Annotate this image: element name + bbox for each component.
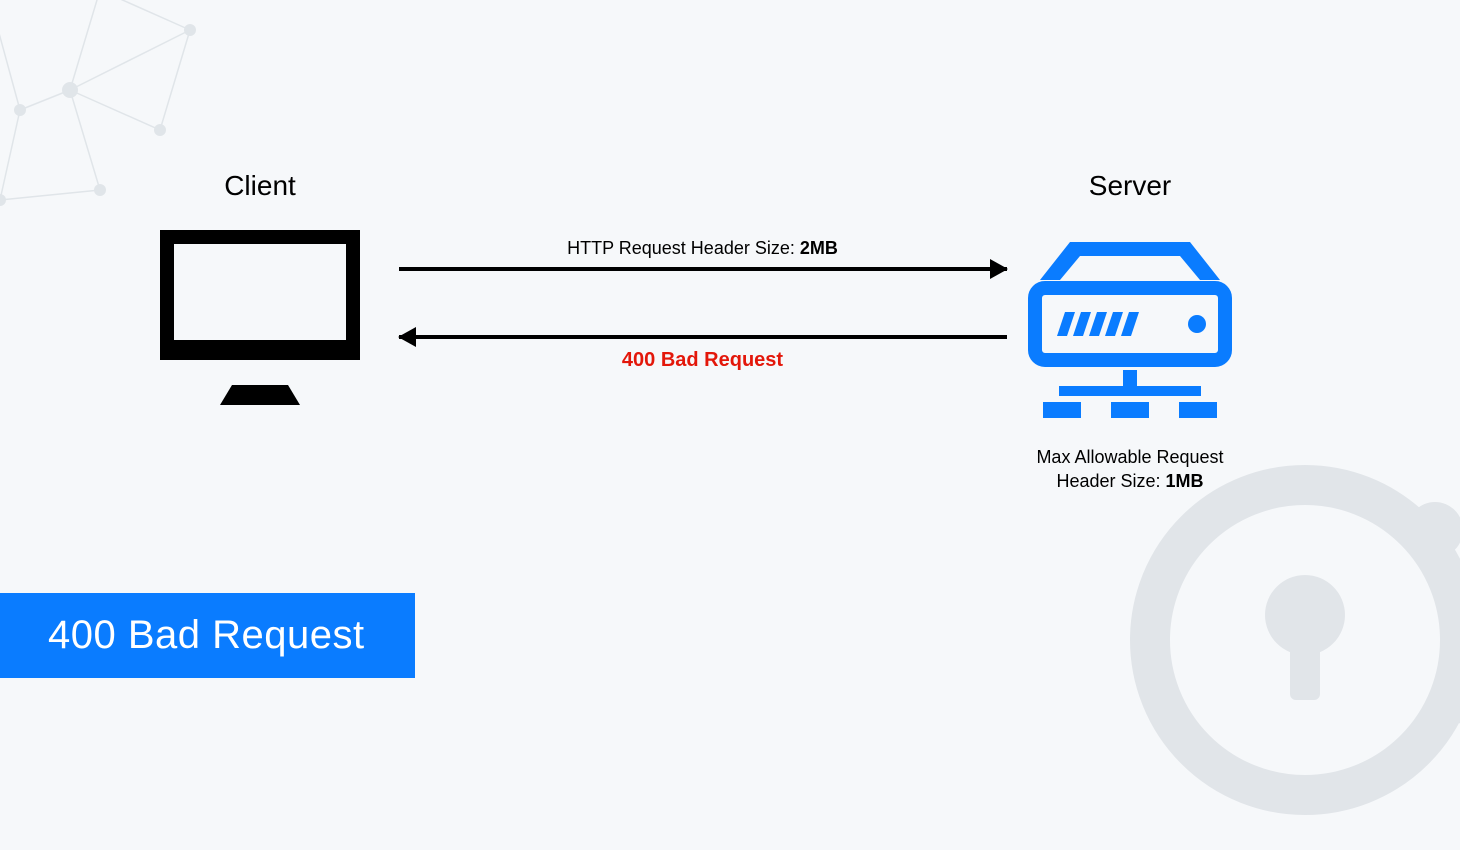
arrow-left-icon xyxy=(399,335,1007,339)
monitor-icon xyxy=(160,230,360,410)
request-label-prefix: HTTP Request Header Size: xyxy=(567,238,800,258)
arrow-right-icon xyxy=(399,267,1007,271)
request-label-value: 2MB xyxy=(800,238,838,258)
server-desc-value: 1MB xyxy=(1166,471,1204,491)
arrow-group: HTTP Request Header Size: 2MB 400 Bad Re… xyxy=(390,238,1015,372)
server-desc-line1: Max Allowable Request xyxy=(1036,447,1223,467)
server-group: Server Max Allowable xyxy=(1015,170,1245,494)
server-label: Server xyxy=(1015,170,1245,202)
response-label: 400 Bad Request xyxy=(390,349,1015,372)
title-banner: 400 Bad Request xyxy=(0,593,415,678)
server-description: Max Allowable Request Header Size: 1MB xyxy=(1015,445,1245,494)
client-group: Client xyxy=(160,170,360,410)
server-icon xyxy=(1015,230,1245,425)
request-label: HTTP Request Header Size: 2MB xyxy=(390,238,1015,259)
server-desc-line2-prefix: Header Size: xyxy=(1056,471,1165,491)
client-label: Client xyxy=(160,170,360,202)
